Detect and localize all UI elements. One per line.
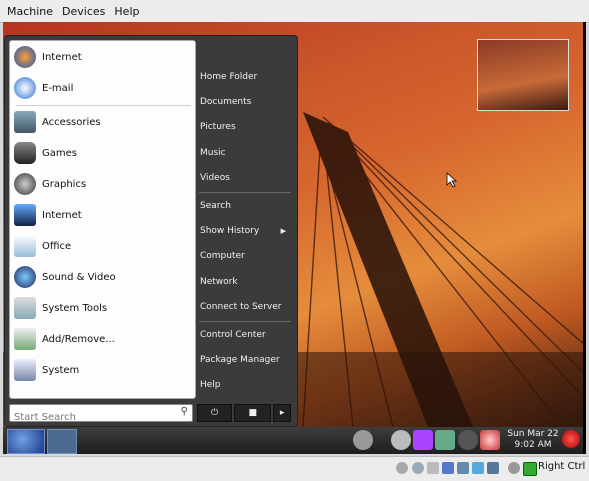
- places-videos[interactable]: Videos: [200, 167, 292, 189]
- keyboard-capture-icon[interactable]: [523, 462, 537, 476]
- category-label: Internet: [42, 209, 82, 221]
- category-label: System Tools: [42, 302, 108, 314]
- show-desktop-button[interactable]: [47, 429, 77, 454]
- lock-icon[interactable]: ■: [234, 404, 272, 422]
- category-office[interactable]: Office: [14, 232, 189, 260]
- vm-status-bar: Right Ctrl: [0, 456, 589, 481]
- action-package-manager[interactable]: Package Manager: [200, 349, 292, 371]
- pinned-item-label: E-mail: [42, 82, 74, 94]
- pinned-item-label: Internet: [42, 51, 82, 63]
- search-icon[interactable]: ⚲: [181, 406, 188, 417]
- action-help[interactable]: Help: [200, 374, 292, 396]
- category-sound-video[interactable]: Sound & Video: [14, 263, 189, 291]
- action-search[interactable]: Search: [200, 195, 292, 217]
- pinned-item-internet[interactable]: Internet: [14, 43, 189, 71]
- vm-menubar: Machine Devices Help: [0, 0, 589, 23]
- multimedia-icon: [14, 266, 36, 288]
- accessories-icon: [14, 111, 36, 133]
- category-label: Accessories: [42, 116, 101, 128]
- action-show-history[interactable]: Show History ▶: [200, 220, 292, 242]
- category-label: Add/Remove...: [42, 333, 115, 345]
- menu-divider: [199, 321, 291, 322]
- places-music[interactable]: Music: [200, 142, 292, 164]
- display-icon[interactable]: [487, 462, 499, 474]
- category-label: Office: [42, 240, 72, 252]
- disc-icon[interactable]: [353, 430, 373, 450]
- show-history-label: Show History: [200, 226, 260, 236]
- start-menu-left-pane: Internet E-mail Accessories Games Graphi…: [9, 40, 196, 399]
- email-client-icon: [14, 77, 36, 99]
- places-pictures[interactable]: Pictures: [200, 116, 292, 138]
- start-search-box[interactable]: ⚲: [9, 404, 193, 426]
- mouse-integration-icon[interactable]: [508, 462, 520, 474]
- session-arrow-icon[interactable]: ▸: [273, 404, 291, 422]
- gamepad-icon: [14, 142, 36, 164]
- gear-icon[interactable]: [458, 430, 478, 450]
- network-globe-icon: [14, 204, 36, 226]
- category-label: System: [42, 364, 80, 376]
- clock-date: Sun Mar 22: [507, 429, 559, 439]
- network-adapter-icon[interactable]: [457, 462, 469, 474]
- package-install-icon: [14, 328, 36, 350]
- places-documents[interactable]: Documents: [200, 91, 292, 113]
- category-label: Sound & Video: [42, 271, 116, 283]
- menu-divider: [16, 105, 191, 106]
- category-system[interactable]: System: [14, 356, 189, 384]
- pinned-item-email[interactable]: E-mail: [14, 74, 189, 102]
- action-connect-to-server[interactable]: Connect to Server: [200, 296, 292, 318]
- system-tools-icon: [14, 297, 36, 319]
- shared-folders-icon[interactable]: [472, 462, 484, 474]
- category-accessories[interactable]: Accessories: [14, 108, 189, 136]
- submenu-arrow-icon: ▶: [280, 227, 286, 235]
- eject-icon[interactable]: [391, 430, 411, 450]
- places-computer[interactable]: Computer: [200, 245, 292, 267]
- category-label: Graphics: [42, 178, 87, 190]
- category-games[interactable]: Games: [14, 139, 189, 167]
- shutdown-icon[interactable]: [562, 430, 580, 448]
- category-internet[interactable]: Internet: [14, 201, 189, 229]
- menu-divider: [199, 192, 291, 193]
- wallpaper-thumbnail[interactable]: [477, 39, 569, 111]
- start-menu: Internet E-mail Accessories Games Graphi…: [4, 35, 298, 427]
- menu-help[interactable]: Help: [114, 5, 139, 18]
- settings-gear-icon[interactable]: [413, 430, 433, 450]
- image-viewer-icon[interactable]: [435, 430, 455, 450]
- places-home-folder[interactable]: Home Folder: [200, 66, 292, 88]
- places-network[interactable]: Network: [200, 271, 292, 293]
- host-key-label: Right Ctrl: [538, 461, 586, 472]
- floppy-icon[interactable]: [427, 462, 439, 474]
- system-settings-icon: [14, 359, 36, 381]
- category-add-remove[interactable]: Add/Remove...: [14, 325, 189, 353]
- category-label: Games: [42, 147, 77, 159]
- action-control-center[interactable]: Control Center: [200, 324, 292, 346]
- firefox-icon: [14, 46, 36, 68]
- office-document-icon: [14, 235, 36, 257]
- start-menu-button[interactable]: [7, 429, 45, 454]
- taskbar: Sun Mar 22 9:02 AM: [3, 427, 583, 454]
- hard-disk-icon[interactable]: [396, 462, 408, 474]
- usb-icon[interactable]: [442, 462, 454, 474]
- optical-drive-icon[interactable]: [412, 462, 424, 474]
- power-icon[interactable]: ⏻: [197, 404, 233, 422]
- clock-time: 9:02 AM: [514, 440, 552, 450]
- category-graphics[interactable]: Graphics: [14, 170, 189, 198]
- session-buttons: ⏻ ■ ▸: [197, 404, 291, 422]
- mouse-cursor-icon: [446, 172, 458, 188]
- menu-devices[interactable]: Devices: [62, 5, 105, 18]
- network-status-icon[interactable]: [480, 430, 500, 450]
- search-input[interactable]: [10, 409, 171, 426]
- graphics-icon: [14, 173, 36, 195]
- category-system-tools[interactable]: System Tools: [14, 294, 189, 322]
- taskbar-clock[interactable]: Sun Mar 22 9:02 AM: [505, 429, 561, 451]
- menu-machine[interactable]: Machine: [7, 5, 53, 18]
